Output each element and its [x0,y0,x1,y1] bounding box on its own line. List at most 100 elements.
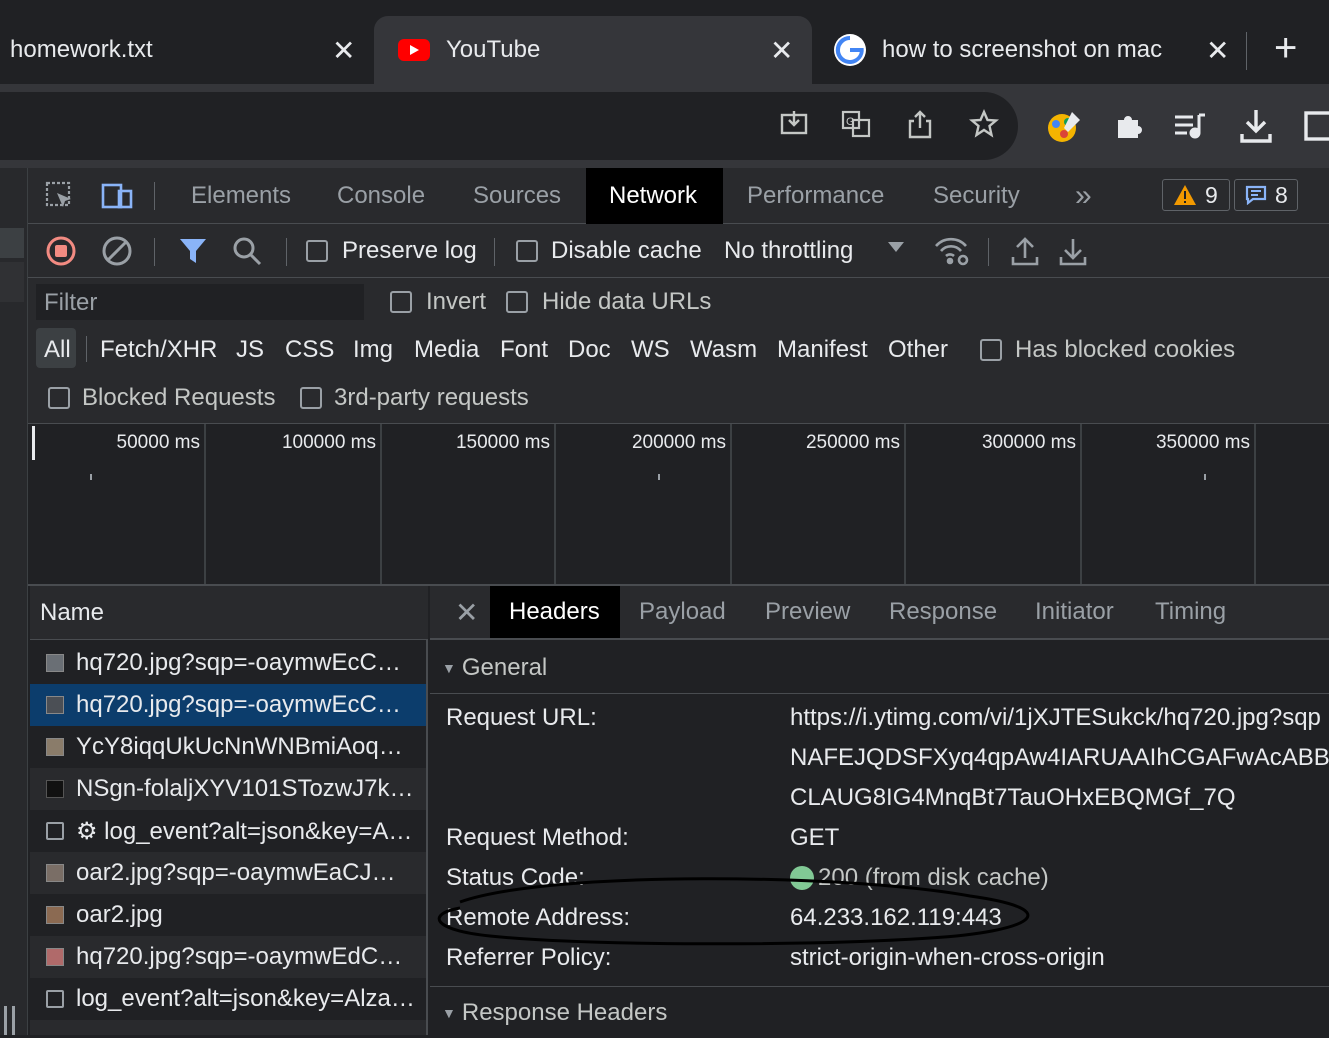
blocked-requests-checkbox[interactable] [48,387,70,409]
close-details-button[interactable]: ✕ [436,586,497,638]
document-icon [46,990,64,1008]
filter-type-media[interactable]: Media [414,336,479,364]
filter-type-img[interactable]: Img [353,336,393,364]
address-bar[interactable]: G [0,92,1018,160]
invert-checkbox[interactable] [390,291,412,313]
warnings-counter[interactable]: 9 [1162,179,1230,211]
filter-type-js[interactable]: JS [236,336,264,364]
filter-funnel-icon[interactable] [176,234,210,268]
tab-payload[interactable]: Payload [620,586,745,638]
third-party-requests-checkbox[interactable] [300,387,322,409]
network-conditions-icon[interactable] [932,234,972,268]
throttling-select[interactable]: No throttling [724,237,853,265]
side-panel-icon[interactable] [1302,108,1329,144]
tab-elements[interactable]: Elements [168,168,314,224]
preserve-log-label: Preserve log [342,237,477,264]
request-url-label: Request URL: [446,704,597,731]
image-thumbnail-icon [46,948,64,966]
image-thumbnail-icon [46,906,64,924]
tab-preview[interactable]: Preview [746,586,869,638]
record-stop-icon[interactable] [44,234,78,268]
translate-icon[interactable]: G [838,106,874,142]
filter-type-font[interactable]: Font [500,336,548,364]
search-icon[interactable] [230,234,264,268]
resize-handle[interactable] [12,1006,15,1035]
tab-sources[interactable]: Sources [450,168,584,224]
tab-title: homework.txt [10,36,153,63]
tab-close-button[interactable]: ✕ [332,34,355,67]
hide-data-urls-checkbox[interactable] [506,291,528,313]
tab-response[interactable]: Response [870,586,1016,638]
image-thumbnail-icon [46,864,64,882]
gutter-block [0,262,24,302]
timeline-tick-label: 150000 ms [455,432,550,453]
downloads-icon[interactable] [1236,106,1276,146]
filter-type-wasm[interactable]: Wasm [690,336,757,364]
bookmark-star-icon[interactable] [966,106,1002,142]
hide-data-urls-label: Hide data URLs [542,288,712,315]
tab-performance[interactable]: Performance [724,168,907,224]
toolbar-separator [286,238,287,266]
filter-type-doc[interactable]: Doc [568,336,611,364]
devtools-panel: Elements Console Sources Network Perform… [0,168,1329,1035]
request-row[interactable]: hq720.jpg?sqp=-oaymwEdC… [30,936,426,978]
messages-counter[interactable]: 8 [1234,179,1298,211]
request-row-partial[interactable] [30,1020,426,1035]
tab-network[interactable]: Network [586,168,723,224]
tab-headers[interactable]: Headers [490,586,620,638]
new-tab-button[interactable]: + [1274,26,1297,71]
request-row[interactable]: hq720.jpg?sqp=-oaymwEcC… [30,642,426,684]
filter-input[interactable]: Filter [36,284,364,320]
request-row[interactable]: log_event?alt=json&key=Alza… [30,978,426,1020]
tab-close-button[interactable]: ✕ [770,34,793,67]
media-queue-icon[interactable] [1172,108,1208,144]
third-party-requests-label: 3rd-party requests [334,384,529,411]
filter-type-css[interactable]: CSS [285,336,334,364]
tab-homework[interactable]: homework.txt ✕ [0,16,372,84]
resize-handle[interactable] [4,1006,7,1035]
extensions-puzzle-icon[interactable] [1110,108,1146,144]
request-row[interactable]: NSgn-folaljXYV101STozwJ7k… [30,768,426,810]
dropdown-arrow-icon[interactable] [888,242,904,252]
share-icon[interactable] [902,106,938,142]
tab-close-button[interactable]: ✕ [1206,34,1229,67]
request-row[interactable]: YcY8iqqUkUcNnWNBmiAoq… [30,726,426,768]
request-row[interactable]: ⚙ log_event?alt=json&key=AI… [30,810,426,852]
toolbar-separator [988,238,989,266]
tab-security[interactable]: Security [910,168,1043,224]
color-picker-extension-icon[interactable] [1044,106,1084,146]
page-gutter [0,168,28,1035]
general-section-header[interactable]: ▼ General [430,642,1329,694]
has-blocked-cookies-checkbox[interactable] [980,339,1002,361]
export-har-icon[interactable] [1056,234,1090,268]
filter-type-ws[interactable]: WS [631,336,670,364]
tab-console[interactable]: Console [314,168,448,224]
install-app-icon[interactable] [776,106,812,142]
name-column-header[interactable]: Name [30,586,428,640]
request-row[interactable]: oar2.jpg [30,894,426,936]
filter-type-fetch-xhr[interactable]: Fetch/XHR [100,336,217,364]
filter-type-all[interactable]: All [44,336,71,364]
import-har-icon[interactable] [1008,234,1042,268]
response-headers-section-header[interactable]: ▼ Response Headers [430,986,1329,1038]
tab-google-search[interactable]: how to screenshot on mac ✕ [820,16,1240,84]
tab-initiator[interactable]: Initiator [1016,586,1133,638]
filter-type-manifest[interactable]: Manifest [777,336,868,364]
filter-type-other[interactable]: Other [888,336,948,364]
more-tabs-button[interactable]: » [1052,168,1115,224]
preserve-log-checkbox[interactable] [306,240,328,262]
disable-cache-checkbox[interactable] [516,240,538,262]
inspect-element-icon[interactable] [44,180,76,212]
request-row[interactable]: oar2.jpg?sqp=-oaymwEaCJ… [30,852,426,894]
tab-title: how to screenshot on mac [882,36,1163,63]
tab-timing[interactable]: Timing [1136,586,1245,638]
tab-youtube[interactable]: YouTube ✕ [374,16,812,84]
tab-separator [1246,32,1247,70]
clear-icon[interactable] [100,234,134,268]
warnings-count: 9 [1205,181,1218,208]
device-toolbar-icon[interactable] [100,180,136,212]
request-row-selected[interactable]: hq720.jpg?sqp=-oaymwEcC… [30,684,426,726]
network-overview-timeline[interactable]: 50000 ms 100000 ms 150000 ms 200000 ms 2… [28,424,1329,586]
request-name: hq720.jpg?sqp=-oaymwEcC… [76,649,401,676]
devtools-tab-bar: Elements Console Sources Network Perform… [28,168,1329,224]
